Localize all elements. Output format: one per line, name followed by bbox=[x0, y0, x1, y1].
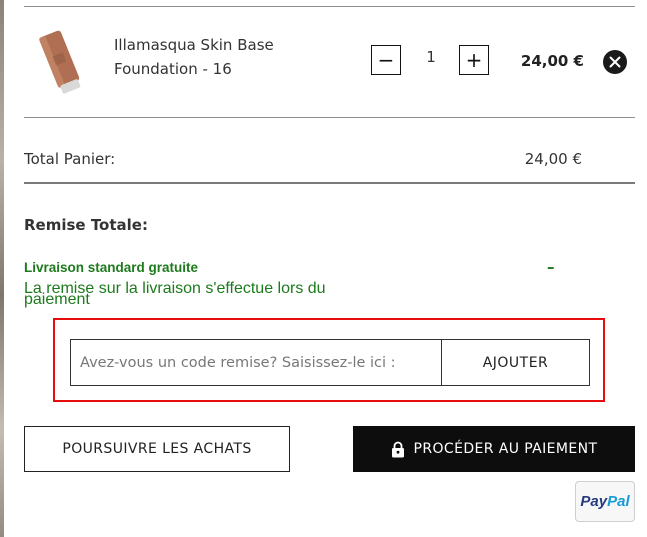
free-shipping-value: – bbox=[547, 258, 555, 276]
checkout-button[interactable]: PROCÉDER AU PAIEMENT bbox=[353, 426, 635, 472]
close-icon bbox=[609, 56, 621, 68]
lock-icon bbox=[391, 441, 404, 457]
add-promo-button[interactable]: AJOUTER bbox=[442, 339, 590, 386]
background-edge bbox=[0, 0, 4, 537]
paypal-logo-part2: Pal bbox=[607, 493, 630, 510]
continue-shopping-label: POURSUIVRE LES ACHATS bbox=[62, 441, 252, 457]
item-price: 24,00 € bbox=[520, 52, 584, 70]
free-shipping-label: Livraison standard gratuite bbox=[24, 260, 199, 275]
divider-after-total bbox=[24, 182, 635, 184]
paypal-logo-part1: Pay bbox=[580, 493, 608, 510]
shipping-discount-note: La remise sur la livraison s'effectue lo… bbox=[24, 280, 326, 308]
cart-total-label: Total Panier: bbox=[24, 150, 116, 168]
product-name[interactable]: Illamasqua Skin Base Foundation - 16 bbox=[114, 33, 314, 81]
checkout-label: PROCÉDER AU PAIEMENT bbox=[413, 441, 598, 457]
quantity-increase-button[interactable]: + bbox=[459, 45, 489, 75]
continue-shopping-button[interactable]: POURSUIVRE LES ACHATS bbox=[24, 426, 290, 472]
product-name-line2: Foundation - 16 bbox=[114, 60, 232, 78]
promo-code-input[interactable] bbox=[70, 339, 442, 386]
divider-after-item bbox=[24, 117, 635, 118]
foundation-bottle-icon bbox=[39, 30, 81, 94]
divider-top bbox=[24, 6, 635, 7]
discount-total-title: Remise Totale: bbox=[24, 216, 148, 234]
remove-item-button[interactable] bbox=[603, 50, 627, 74]
product-image[interactable] bbox=[30, 26, 90, 98]
paypal-button[interactable]: Pay Pal bbox=[575, 481, 635, 522]
quantity-decrease-button[interactable]: − bbox=[371, 45, 401, 75]
product-name-line1: Illamasqua Skin Base bbox=[114, 36, 274, 54]
cart-total-value: 24,00 € bbox=[524, 150, 582, 168]
quantity-value: 1 bbox=[426, 48, 436, 66]
